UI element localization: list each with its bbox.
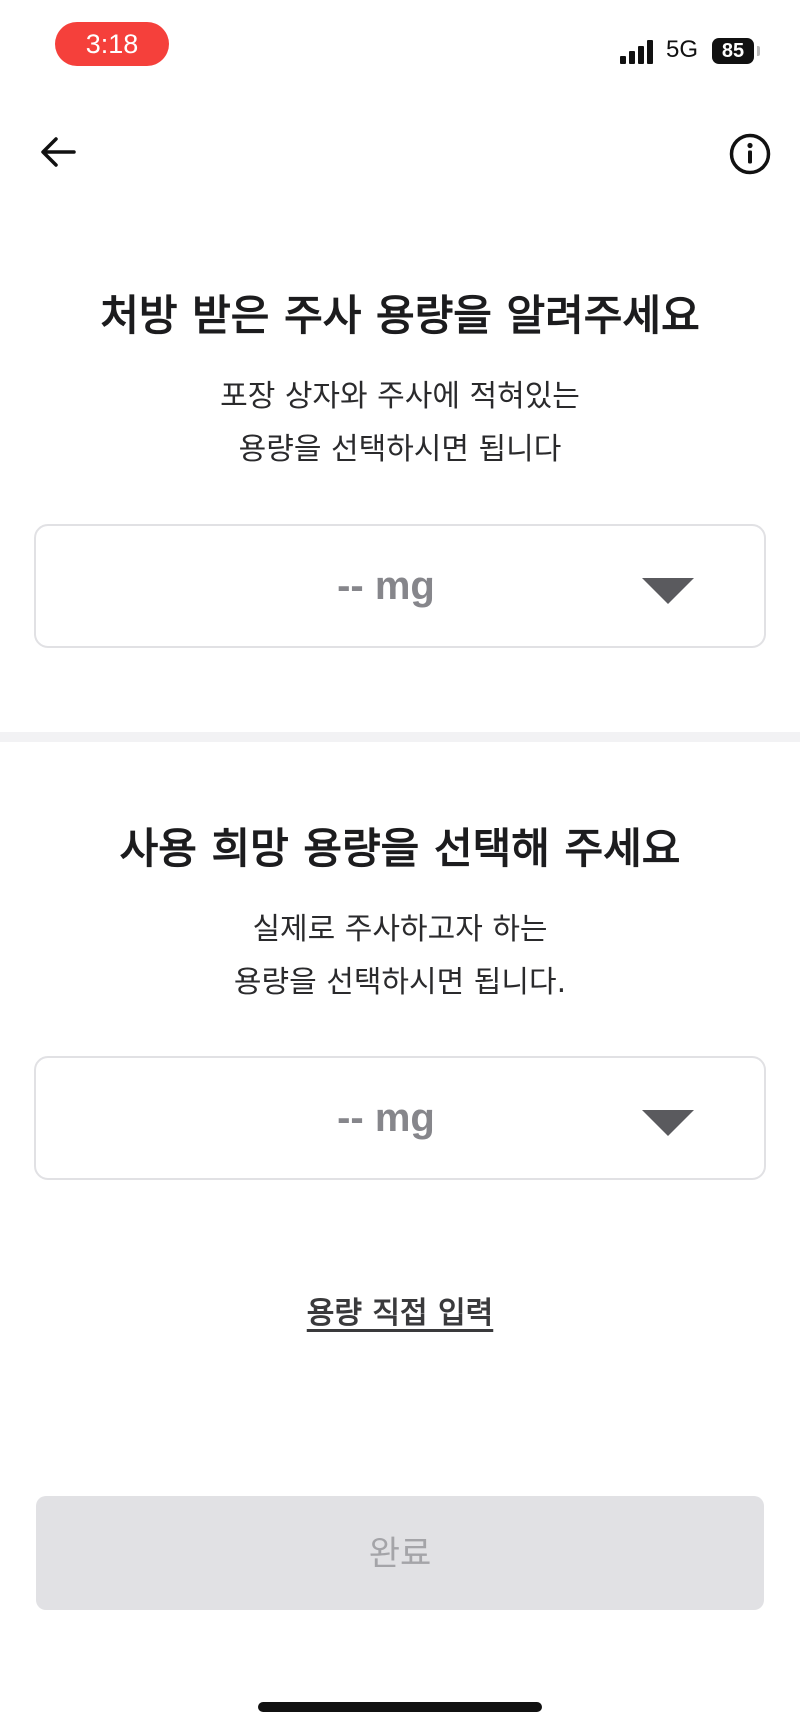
prescribed-dose-title: 처방 받은 주사 용량을 알려주세요 <box>100 291 700 340</box>
caret-down-icon <box>642 1110 694 1136</box>
desired-dose-desc-line1: 실제로 주사하고자 하는 <box>252 912 548 947</box>
battery-icon: 85 <box>712 38 754 64</box>
desired-dose-dropdown[interactable]: -- mg <box>34 1056 766 1180</box>
done-button[interactable]: 완료 <box>36 1496 764 1610</box>
battery-cap <box>757 46 760 56</box>
prescribed-dose-value: -- mg <box>337 564 435 608</box>
caret-down-icon <box>642 578 694 604</box>
cellular-signal-icon <box>620 40 654 64</box>
network-type: 5G <box>666 36 699 63</box>
prescribed-dose-desc-line1: 포장 상자와 주사에 적혀있는 <box>220 379 580 414</box>
desired-dose-value: -- mg <box>337 1096 435 1140</box>
info-button[interactable] <box>728 132 772 176</box>
section-divider <box>0 732 800 742</box>
manual-dose-input-link[interactable]: 용량 직접 입력 <box>0 1288 800 1332</box>
prescribed-dose-desc-line2: 용량을 선택하시면 됩니다 <box>238 432 562 467</box>
prescribed-dose-dropdown[interactable]: -- mg <box>34 524 766 648</box>
status-time: 3:18 <box>55 22 169 66</box>
desired-dose-title: 사용 희망 용량을 선택해 주세요 <box>119 824 681 873</box>
back-button[interactable] <box>36 130 80 174</box>
info-circle-icon <box>729 133 771 175</box>
status-bar: 3:18 5G 85 <box>0 0 800 90</box>
arrow-left-icon <box>41 137 76 167</box>
home-indicator <box>258 1702 542 1712</box>
desired-dose-desc-line2: 용량을 선택하시면 됩니다. <box>233 965 567 1000</box>
